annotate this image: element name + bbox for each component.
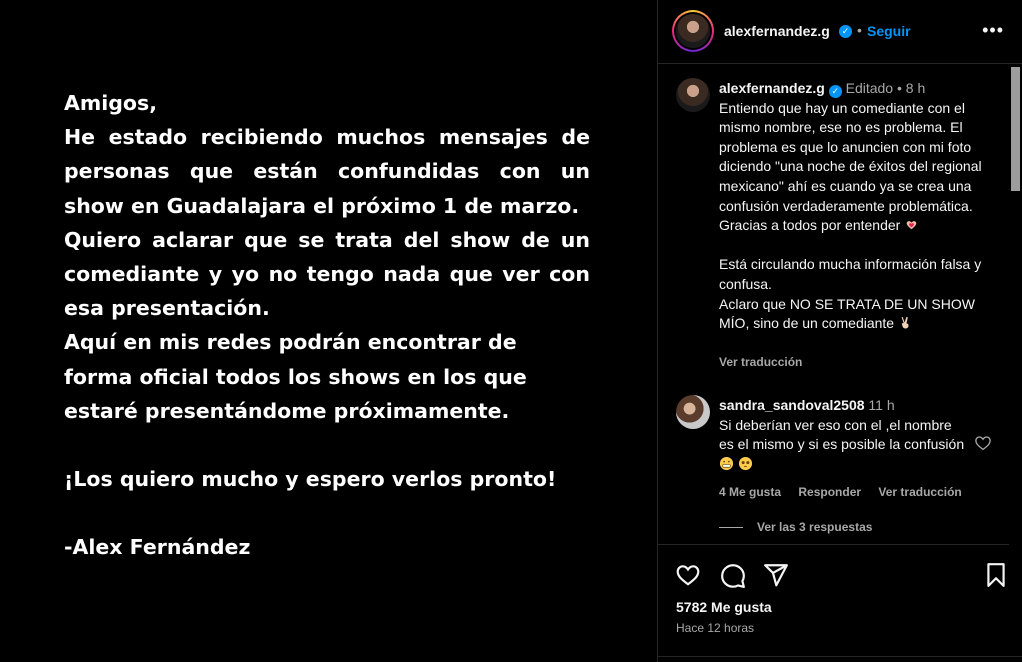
heart-hands-emoji-icon <box>906 221 917 230</box>
instagram-post-view: Amigos, He estado recibiendo muchos mens… <box>0 0 1022 662</box>
caption-edited: Editado <box>845 80 894 96</box>
statement-paragraph-1: He estado recibiendo muchos mensajes de … <box>64 125 590 218</box>
comments-section[interactable]: alexfernandez.g ✓ Editado • 8 h Entiendo… <box>658 65 1022 545</box>
statement-signature: -Alex Fernández <box>64 535 251 560</box>
statement-closing: ¡Los quiero mucho y espero verlos pronto… <box>64 467 557 492</box>
caption-username[interactable]: alexfernandez.g <box>719 80 825 96</box>
comment-username[interactable]: sandra_sandoval2508 <box>719 397 865 413</box>
post-header: alexfernandez.g ✓ • Seguir ••• <box>658 0 1022 64</box>
reply-button[interactable]: Responder <box>798 485 861 499</box>
caption-text-2: Está circulando mucha información falsa … <box>719 256 982 292</box>
likes-count[interactable]: 5782 Me gusta <box>676 599 772 615</box>
post-image[interactable]: Amigos, He estado recibiendo muchos mens… <box>0 0 657 662</box>
comment-likes[interactable]: 4 Me gusta <box>719 485 781 499</box>
post-time: Hace 12 horas <box>676 621 755 635</box>
author-username[interactable]: alexfernandez.g <box>724 23 830 39</box>
like-comment-heart-icon[interactable] <box>974 434 992 452</box>
more-icon[interactable]: ••• <box>982 20 1004 41</box>
comment-time: 11 h <box>868 397 895 413</box>
caption-text-3: Aclaro que NO SE TRATA DE UN SHOW MÍO, s… <box>719 295 975 332</box>
caption: alexfernandez.g ✓ Editado • 8 h Entiendo… <box>719 79 1001 334</box>
caption-avatar[interactable] <box>676 78 710 112</box>
pleading-emoji-icon <box>738 456 752 470</box>
statement-spacer <box>64 428 590 462</box>
statement-paragraph-2: Quiero aclarar que se trata del show de … <box>64 227 590 321</box>
view-replies-label: Ver las 3 respuestas <box>757 520 873 534</box>
grimace-emoji-icon <box>719 456 734 470</box>
comment: sandra_sandoval2508 11 h Si deberían ver… <box>719 396 969 474</box>
post-side-panel: alexfernandez.g ✓ • Seguir ••• alexferna… <box>658 0 1022 662</box>
comment-icon[interactable] <box>720 562 746 588</box>
follow-button[interactable]: Seguir <box>867 23 911 39</box>
see-translation-link[interactable]: Ver traducción <box>719 355 802 369</box>
statement-paragraph-3: Aquí en mis redes podrán encontrar de fo… <box>64 330 527 423</box>
statement-greeting: Amigos, <box>64 91 158 115</box>
victory-hand-emoji-icon <box>901 317 909 329</box>
heart-icon[interactable] <box>675 562 701 588</box>
caption-text-1: Entiendo que hay un comediante con el mi… <box>719 99 982 234</box>
author-avatar[interactable] <box>672 10 714 52</box>
comment-actions: 4 Me gusta Responder Ver traducción <box>719 485 976 499</box>
bookmark-icon[interactable] <box>983 562 1009 588</box>
commenter-avatar[interactable] <box>676 395 710 429</box>
replies-line <box>719 527 743 529</box>
share-icon[interactable] <box>763 562 789 588</box>
comment-see-translation[interactable]: Ver traducción <box>878 485 961 499</box>
comment-input-bar <box>658 656 1022 662</box>
separator-dot: • <box>857 22 862 38</box>
comments-scrollbar-thumb[interactable] <box>1011 67 1020 191</box>
statement-spacer <box>64 496 590 530</box>
verified-icon: ✓ <box>839 25 852 38</box>
post-actions <box>658 560 1022 590</box>
view-replies-button[interactable]: Ver las 3 respuestas <box>719 520 872 534</box>
comment-text: Si deberían ver eso con el ,el nombre es… <box>719 416 965 453</box>
caption-time: 8 h <box>905 80 926 96</box>
caption-separator: • <box>896 80 902 96</box>
statement-text: Amigos, He estado recibiendo muchos mens… <box>64 86 590 564</box>
verified-icon: ✓ <box>828 85 842 98</box>
